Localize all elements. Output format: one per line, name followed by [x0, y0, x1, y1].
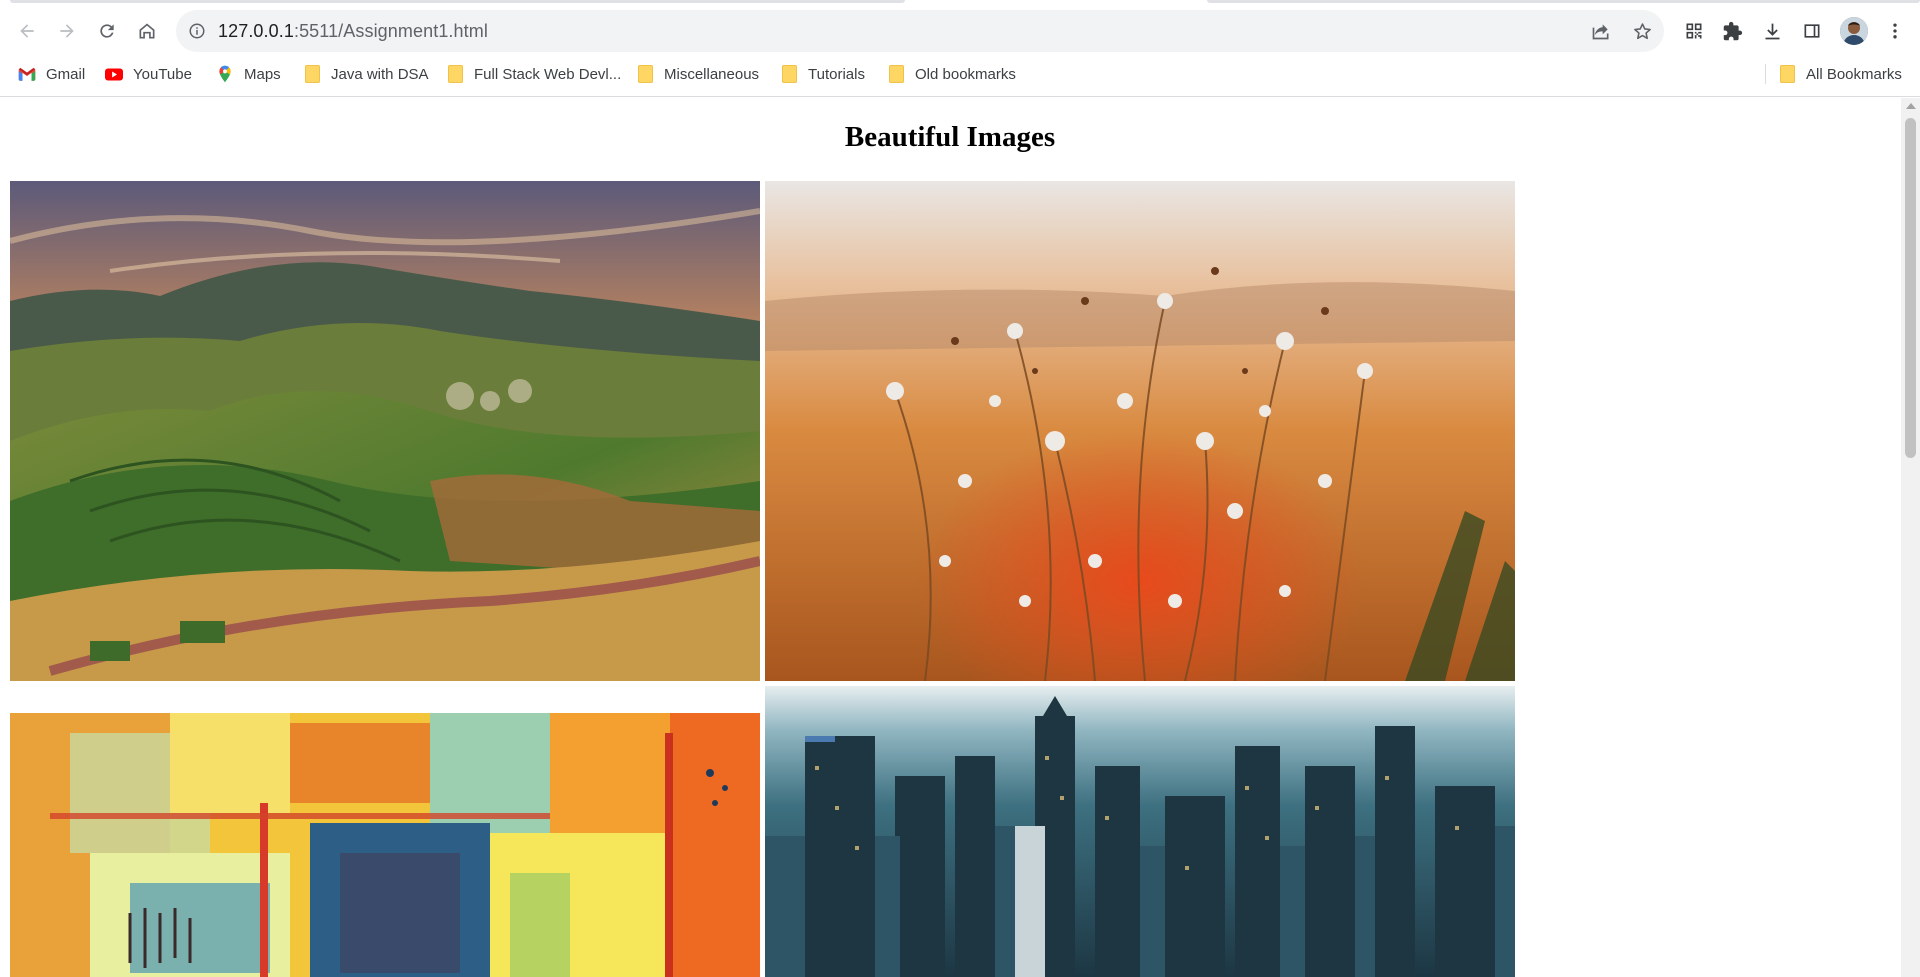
toolbar: 127.0.0.1:5511/Assignment1.html	[0, 9, 1920, 53]
bookmark-folder-miscellaneous[interactable]: Miscellaneous	[636, 60, 759, 88]
download-icon[interactable]	[1758, 17, 1786, 45]
bookmark-label: Maps	[244, 65, 281, 83]
bookmark-label: Gmail	[46, 65, 86, 83]
page-viewport: Beautiful Images	[0, 98, 1901, 977]
maps-icon	[216, 65, 234, 83]
bookmark-label: Old bookmarks	[915, 65, 1016, 83]
url-text[interactable]: 127.0.0.1:5511/Assignment1.html	[218, 21, 488, 42]
arrow-right-icon	[60, 24, 74, 38]
side-panel-icon[interactable]	[1798, 17, 1826, 45]
city-skyline-image	[765, 686, 1515, 977]
bookmark-youtube[interactable]: YouTube	[105, 60, 192, 88]
bookmark-gmail[interactable]: Gmail	[18, 60, 85, 88]
scrollbar-thumb[interactable]	[1905, 118, 1916, 458]
back-button[interactable]	[9, 13, 45, 49]
abstract-painting-image	[10, 713, 760, 977]
bookmark-label: YouTube	[133, 65, 192, 83]
home-button[interactable]	[129, 13, 165, 49]
folder-icon	[887, 65, 905, 83]
page-heading: Beautiful Images	[844, 121, 1056, 153]
kebab-menu-icon[interactable]	[1881, 17, 1909, 45]
tab-strip	[0, 0, 1920, 9]
address-bar[interactable]: 127.0.0.1:5511/Assignment1.html	[176, 10, 1664, 52]
share-icon[interactable]	[1590, 20, 1612, 42]
bookmark-label: Tutorials	[808, 65, 865, 83]
landscape-hills-image	[10, 181, 760, 681]
folder-icon	[780, 65, 798, 83]
bookmark-all-bookmarks[interactable]: All Bookmarks	[1778, 60, 1902, 88]
tab-edge	[10, 0, 905, 3]
wildflowers-image	[765, 181, 1515, 681]
home-icon	[139, 23, 155, 39]
folder-icon	[1778, 65, 1796, 83]
bookmark-label: All Bookmarks	[1806, 65, 1902, 83]
bookmark-folder-java-with-dsa[interactable]: Java with DSA	[303, 60, 429, 88]
folder-icon	[303, 65, 321, 83]
bookmark-folder-full-stack[interactable]: Full Stack Web Devl...	[446, 60, 621, 88]
gmail-icon	[18, 65, 36, 83]
youtube-icon	[105, 65, 123, 83]
bookmarks-bar: Gmail YouTube Maps Java with DSA Full St…	[0, 60, 1920, 88]
puzzle-icon[interactable]	[1718, 17, 1746, 45]
arrow-left-icon	[20, 24, 34, 38]
star-icon[interactable]	[1631, 20, 1653, 42]
bookmarks-separator	[1765, 64, 1766, 84]
bookmark-label: Java with DSA	[331, 65, 429, 83]
url-host: 127.0.0.1	[218, 21, 294, 41]
vertical-scrollbar[interactable]	[1901, 98, 1920, 977]
forward-button[interactable]	[49, 13, 85, 49]
bookmark-label: Full Stack Web Devl...	[474, 65, 622, 83]
bookmark-folder-tutorials[interactable]: Tutorials	[780, 60, 865, 88]
profile-avatar[interactable]	[1840, 17, 1868, 45]
bookmark-maps[interactable]: Maps	[216, 60, 281, 88]
folder-icon	[636, 65, 654, 83]
reload-icon	[100, 24, 114, 38]
bookmark-folder-old-bookmarks[interactable]: Old bookmarks	[887, 60, 1016, 88]
browser-chrome: 127.0.0.1:5511/Assignment1.html Gmail Yo…	[0, 0, 1920, 97]
reload-button[interactable]	[89, 13, 125, 49]
tab-edge	[1207, 0, 1920, 3]
info-icon[interactable]	[186, 20, 208, 42]
folder-icon	[446, 65, 464, 83]
scroll-up-arrow-icon[interactable]	[1906, 103, 1916, 109]
url-path: :5511/Assignment1.html	[293, 21, 488, 41]
bookmark-label: Miscellaneous	[664, 65, 760, 83]
qr-code-icon[interactable]	[1680, 17, 1708, 45]
